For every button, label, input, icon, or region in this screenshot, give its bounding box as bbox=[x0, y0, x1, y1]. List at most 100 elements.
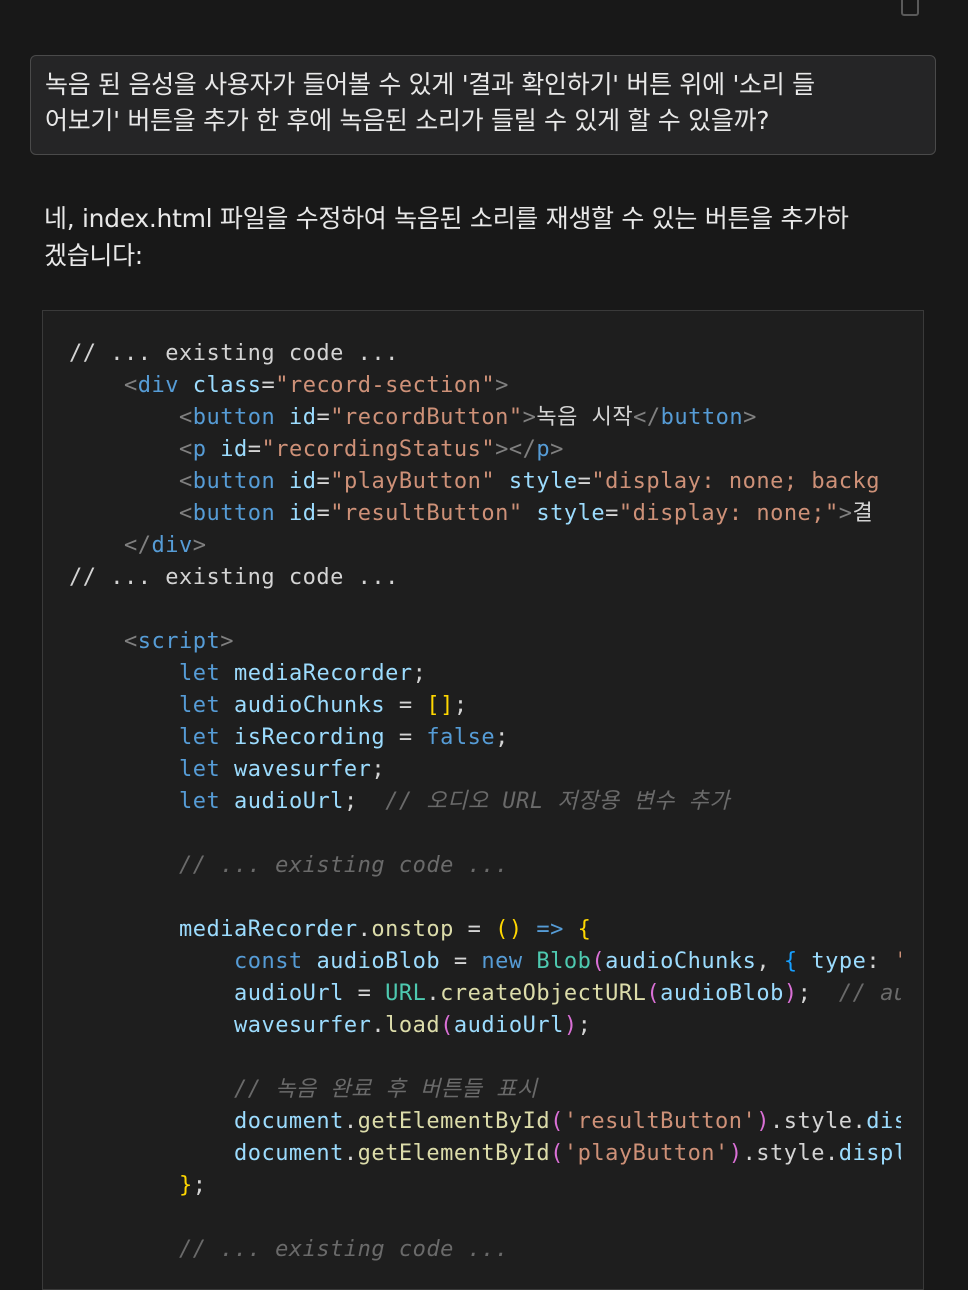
assistant-message: 네, index.html 파일을 수정하여 녹음된 소리를 재생할 수 있는 … bbox=[44, 200, 934, 274]
code-token: = bbox=[261, 373, 276, 398]
code-token: isRecording bbox=[233, 725, 386, 750]
code-token: ) bbox=[756, 1109, 771, 1134]
code-line: const audioBlob = new Blob(audioChunks, … bbox=[69, 946, 901, 978]
code-line: document.getElementById('resultButton').… bbox=[69, 1106, 901, 1138]
code-token: () bbox=[495, 917, 523, 942]
code-line: // ... existing code ... bbox=[69, 338, 399, 370]
code-token: document bbox=[233, 1109, 344, 1134]
code-token: // 녹음 완료 후 버튼들 표시 bbox=[233, 1077, 538, 1102]
code-token: // ... existing code ... bbox=[69, 341, 399, 366]
code-token: Blob bbox=[536, 949, 592, 974]
code-token: ; bbox=[343, 789, 386, 814]
code-token: = bbox=[385, 693, 427, 718]
code-line: // ... existing code ... bbox=[69, 1234, 509, 1266]
code-token: > bbox=[550, 437, 564, 462]
code-token: ; bbox=[495, 725, 509, 750]
code-token: false bbox=[426, 725, 496, 750]
code-token: ; bbox=[577, 1013, 592, 1038]
code-token: // audi bbox=[838, 981, 901, 1006]
code-token: new bbox=[481, 949, 523, 974]
code-token: id bbox=[220, 437, 248, 462]
code-token: = bbox=[385, 725, 427, 750]
code-token: < bbox=[178, 405, 193, 430]
code-token: type bbox=[811, 949, 867, 974]
code-token: ) bbox=[783, 981, 798, 1006]
code-line: <script> bbox=[69, 626, 234, 658]
code-token: = bbox=[453, 917, 496, 942]
code-token: </ bbox=[633, 405, 661, 430]
code-token: . bbox=[343, 1109, 358, 1134]
code-block[interactable]: // ... existing code ... <div class="rec… bbox=[42, 310, 924, 1290]
code-token: = bbox=[605, 501, 619, 526]
copy-icon[interactable] bbox=[901, 0, 919, 16]
code-token: let bbox=[178, 693, 221, 718]
code-line: // 녹음 완료 후 버튼들 표시 bbox=[69, 1074, 538, 1106]
code-token: > bbox=[743, 405, 757, 430]
code-token: script bbox=[137, 629, 221, 654]
code-token: . bbox=[426, 981, 441, 1006]
code-token: < bbox=[123, 373, 138, 398]
code-line: mediaRecorder.onstop = () => { bbox=[69, 914, 591, 946]
code-token: .style. bbox=[770, 1109, 867, 1134]
code-line: </div> bbox=[69, 530, 206, 562]
code-token: audioUrl bbox=[453, 1013, 564, 1038]
code-token: ) bbox=[728, 1141, 743, 1166]
code-token: => bbox=[536, 917, 564, 942]
code-token: id bbox=[288, 405, 317, 430]
code-line: <button id="playButton" style="display: … bbox=[69, 466, 880, 498]
code-token: = bbox=[343, 981, 386, 1006]
code-line: let audioUrl; // 오디오 URL 저장용 변수 추가 bbox=[69, 786, 730, 818]
code-token: audioChunks bbox=[233, 693, 386, 718]
code-token: = bbox=[247, 437, 262, 462]
code-line: let isRecording = false; bbox=[69, 722, 509, 754]
code-token: { bbox=[783, 949, 798, 974]
code-token: = bbox=[440, 949, 482, 974]
code-token: // ... existing code ... bbox=[69, 565, 399, 590]
code-token: ; bbox=[192, 1173, 207, 1198]
code-token: ; bbox=[797, 981, 839, 1006]
assistant-message-line-1: 네, index.html 파일을 수정하여 녹음된 소리를 재생할 수 있는 … bbox=[44, 204, 849, 233]
code-token: ) bbox=[563, 1013, 578, 1038]
code-token: = bbox=[577, 469, 592, 494]
code-token: 'resultButton' bbox=[563, 1109, 757, 1134]
code-token: const bbox=[233, 949, 303, 974]
code-token: ( bbox=[550, 1109, 564, 1134]
code-token: : bbox=[866, 949, 894, 974]
code-token: , bbox=[756, 949, 784, 974]
code-token: .style. bbox=[742, 1141, 839, 1166]
code-token: wavesurfer bbox=[233, 1013, 372, 1038]
code-token: mediaRecorder bbox=[178, 917, 358, 942]
code-line: }; bbox=[69, 1170, 206, 1202]
code-token: id bbox=[288, 501, 317, 526]
code-token: id bbox=[288, 469, 317, 494]
user-message-line-1: 녹음 된 음성을 사용자가 들어볼 수 있게 '결과 확인하기' 버튼 위에 '… bbox=[45, 70, 815, 99]
code-token: getElementById bbox=[357, 1109, 551, 1134]
code-token: } bbox=[178, 1173, 193, 1198]
code-token: audioUrl bbox=[233, 981, 344, 1006]
code-token: = bbox=[316, 501, 331, 526]
code-token: div bbox=[137, 373, 179, 398]
code-line: <p id="recordingStatus"></p> bbox=[69, 434, 564, 466]
code-token: onstop bbox=[371, 917, 454, 942]
code-token: </ bbox=[123, 533, 152, 558]
